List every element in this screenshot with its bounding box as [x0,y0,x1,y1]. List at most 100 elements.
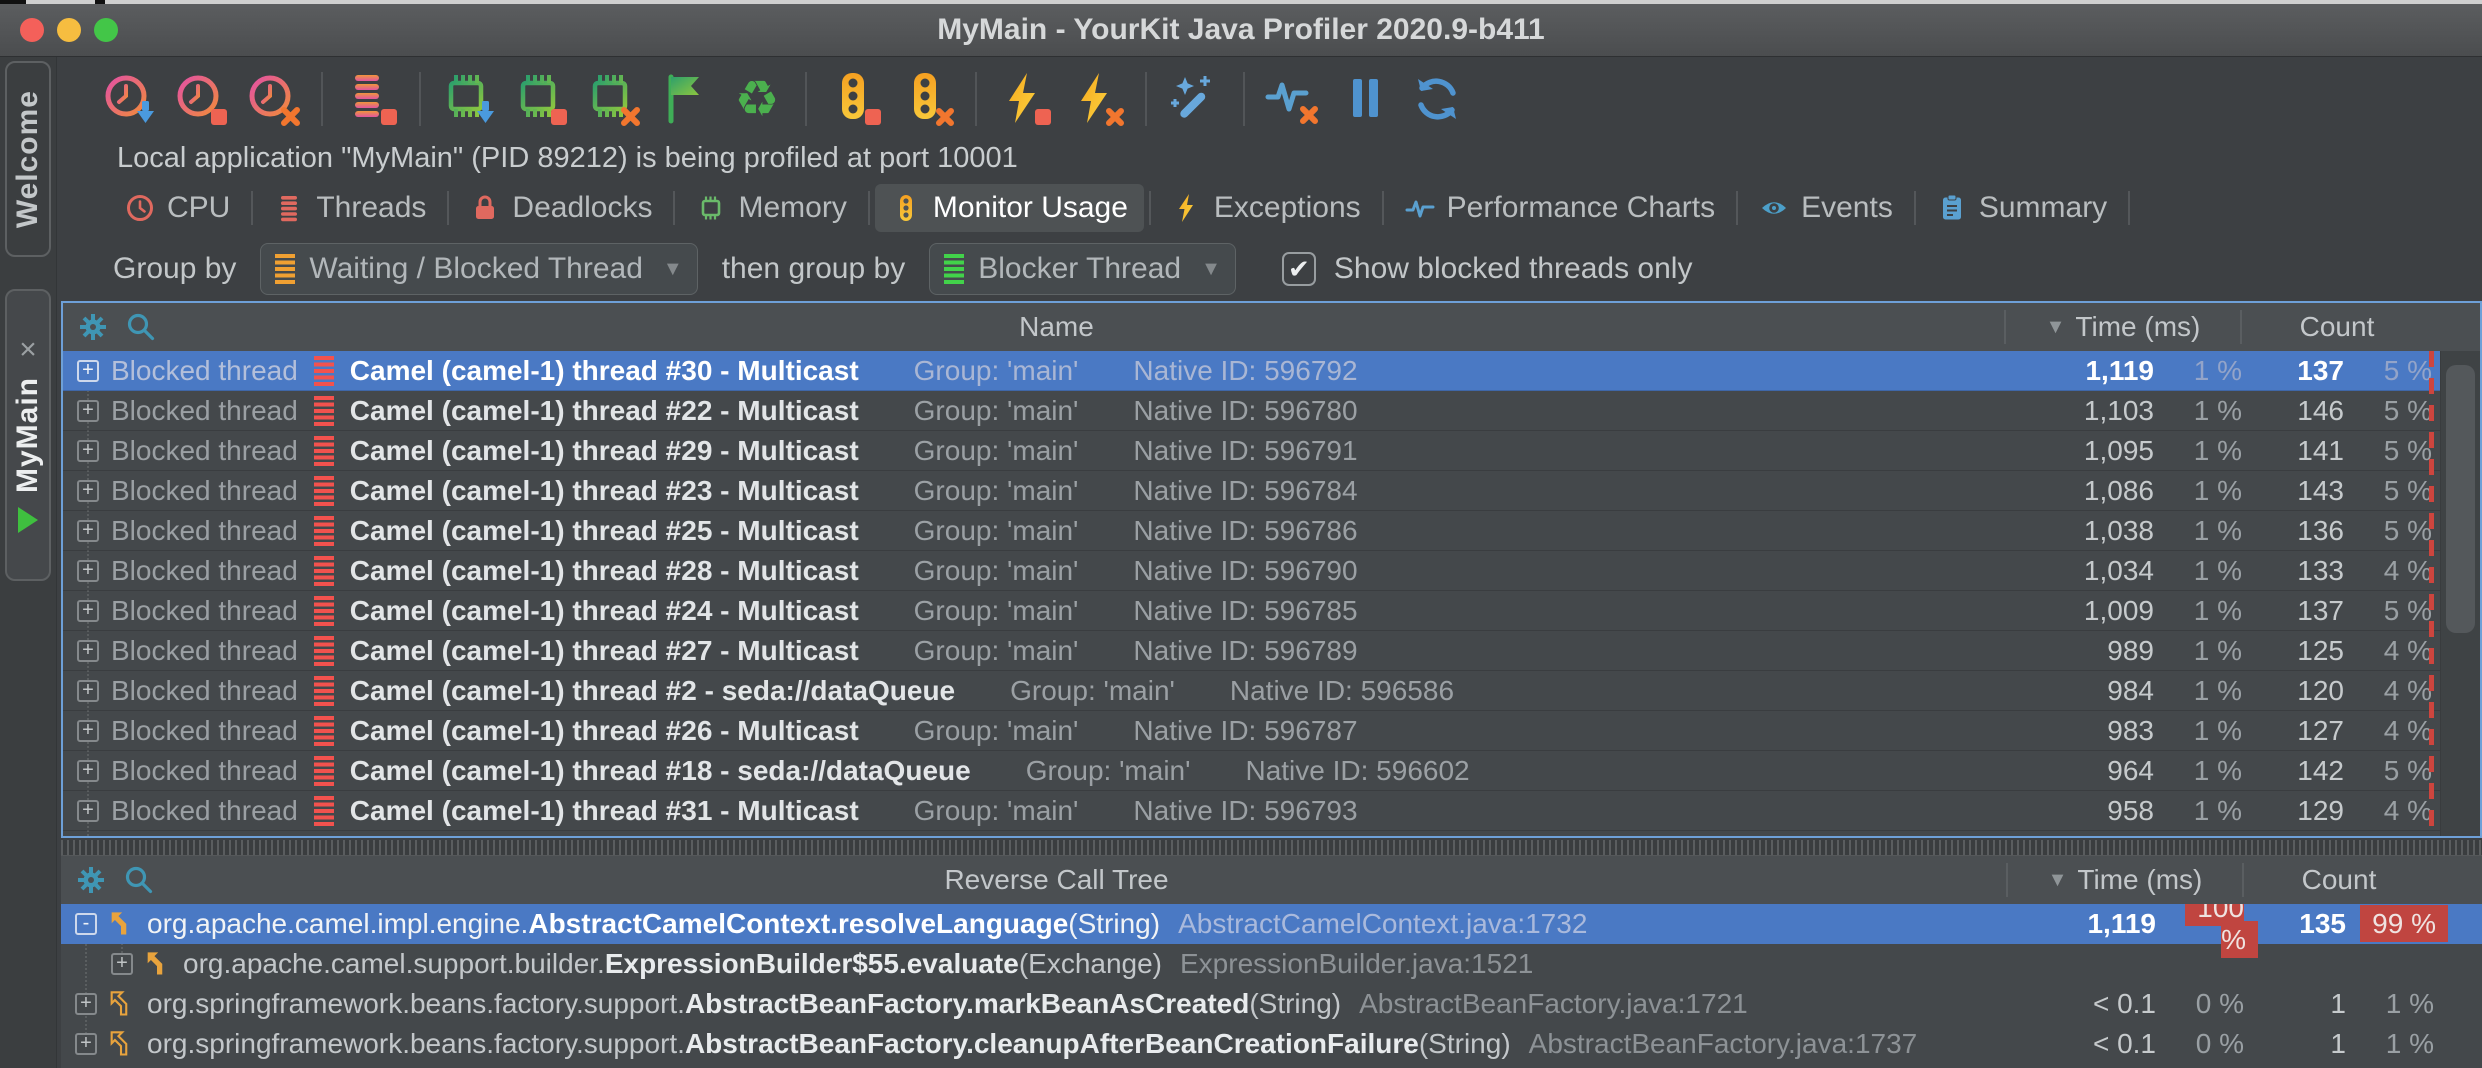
sidebar-tab-welcome[interactable]: Welcome [5,61,51,257]
count-percent: 4 % [2344,795,2432,827]
tab-events[interactable]: Events [1743,184,1909,232]
call-tree-row[interactable]: +org.springframework.beans.factory.suppo… [61,984,2482,1024]
exception-profiling-stop-icon[interactable] [997,71,1053,127]
close-window-button[interactable] [20,18,44,42]
row-values: 1,0381 %1365 % [2004,511,2432,550]
expand-icon[interactable]: + [77,800,99,822]
refresh-icon[interactable] [1409,71,1465,127]
inspections-wand-icon[interactable] [1167,71,1223,127]
zoom-window-button[interactable] [94,18,118,42]
tab-monitor-usage[interactable]: Monitor Usage [875,184,1144,232]
panel-splitter[interactable] [61,840,2482,855]
call-tree-row[interactable]: -org.apache.camel.impl.engine.AbstractCa… [61,904,2482,944]
hot-count-percent: 99 % [2360,905,2448,942]
tab-threads[interactable]: Threads [258,184,442,232]
row-values: 1,119100 %13599 % [2006,904,2434,944]
thread-row[interactable]: +Blocked threadCamel (camel-1) thread #2… [63,631,2480,671]
gear-icon[interactable] [77,311,109,343]
then-group-by-dropdown[interactable]: Blocker Thread ▼ [929,243,1236,295]
thread-row[interactable]: +Blocked threadCamel (camel-1) thread #1… [63,751,2480,791]
thread-row[interactable]: +Blocked threadCamel (camel-1) thread #2… [63,671,2480,711]
force-gc-icon[interactable]: ♻ [729,71,785,127]
gear-icon[interactable] [75,864,107,896]
thread-row[interactable]: +Blocked threadCamel (camel-1) thread #2… [63,511,2480,551]
expand-icon[interactable]: + [77,600,99,622]
sidebar-tab-mymain[interactable]: × MyMain [5,289,51,581]
thread-group: Group: 'main' [914,795,1079,827]
tab-performance-charts[interactable]: Performance Charts [1389,184,1731,232]
pause-icon[interactable] [1337,71,1393,127]
call-tree-row[interactable]: +org.springframework.beans.factory.suppo… [61,1024,2482,1064]
expand-icon[interactable]: - [75,913,97,935]
expand-icon[interactable]: + [77,640,99,662]
count-column-header[interactable]: Count [2242,310,2432,344]
callback-arrow-solid-icon [107,910,135,938]
thread-row[interactable]: +Blocked threadCamel (camel-1) thread #2… [63,551,2480,591]
memory-profiling-stop-icon[interactable] [513,71,569,127]
time-value: 1,103 [2004,395,2154,427]
titlebar: MyMain - YourKit Java Profiler 2020.9-b4… [0,4,2482,57]
telemetry-clear-icon[interactable] [1265,71,1321,127]
time-column-header[interactable]: ▼Time (ms) [2004,310,2242,344]
expand-icon[interactable]: + [77,360,99,382]
thread-name: Camel (camel-1) thread #29 - Multicast [350,435,859,467]
close-icon[interactable]: × [19,337,37,363]
call-tree-row[interactable]: +org.apache.camel.support.builder.Expres… [61,944,2482,984]
row-values: < 0.10 %11 % [2006,984,2434,1024]
count-percent: 4 % [2344,675,2432,707]
minimize-window-button[interactable] [57,18,81,42]
name-column-header[interactable]: Name [63,311,2050,343]
search-icon[interactable] [125,311,157,343]
time-column-header[interactable]: ▼Time (ms) [2006,863,2244,897]
monitor-profiling-clear-icon[interactable] [899,71,955,127]
expand-icon[interactable]: + [77,400,99,422]
thread-row[interactable]: +Blocked threadCamel (camel-1) thread #2… [63,591,2480,631]
cpu-profiling-stop-icon[interactable] [173,71,229,127]
expand-icon[interactable]: + [77,560,99,582]
scrollbar-thumb[interactable] [2446,365,2475,633]
tab-exceptions[interactable]: Exceptions [1156,184,1377,232]
expand-icon[interactable]: + [77,520,99,542]
memory-profiling-start-icon[interactable] [441,71,497,127]
count-column-header[interactable]: Count [2244,863,2434,897]
tab-summary[interactable]: Summary [1921,184,2123,232]
cpu-profiling-clear-icon[interactable] [245,71,301,127]
stop-thread-telemetry-icon[interactable] [343,71,399,127]
show-blocked-checkbox[interactable]: ✔ [1282,252,1316,286]
tab-cpu[interactable]: CPU [109,184,246,232]
exception-profiling-clear-icon[interactable] [1069,71,1125,127]
thread-row[interactable]: +Blocked threadCamel (camel-1) thread #2… [63,711,2480,751]
tab-deadlocks[interactable]: Deadlocks [454,184,668,232]
expand-icon[interactable]: + [111,953,133,975]
call-tree-column-header[interactable]: Reverse Call Tree [61,864,2052,896]
thread-row[interactable]: +Blocked threadCamel (camel-1) thread #3… [63,791,2480,831]
flag-icon[interactable] [657,71,713,127]
thread-state-label: Blocked thread [111,755,298,787]
group-by-dropdown[interactable]: Waiting / Blocked Thread ▼ [260,243,697,295]
thread-row[interactable]: +Blocked threadCamel (camel-1) thread #2… [63,471,2480,511]
thread-row[interactable]: +Blocked threadCamel (camel-1) thread #3… [63,351,2480,391]
method-name: ExpressionBuilder$55.evaluate [605,948,1019,980]
thread-row[interactable]: + Blocked thread Camel (camel-1) thread #2… [63,431,2480,471]
expand-icon[interactable]: + [77,440,99,462]
memory-profiling-clear-icon[interactable] [585,71,641,127]
expand-icon[interactable]: + [77,680,99,702]
vertical-scrollbar[interactable] [2440,351,2480,836]
time-value: 1,086 [2004,475,2154,507]
threshold-line [2429,351,2434,836]
expand-icon[interactable]: + [77,720,99,742]
count-value: 136 [2242,515,2344,547]
tab-memory[interactable]: Memory [680,184,862,232]
expand-icon[interactable]: + [77,760,99,782]
blocked-thread-icon [314,556,334,586]
monitor-profiling-stop-icon[interactable] [827,71,883,127]
thread-state-label: Blocked thread [111,435,298,467]
cpu-profiling-start-icon[interactable] [101,71,157,127]
expand-icon[interactable]: + [77,480,99,502]
expand-icon[interactable]: + [75,993,97,1015]
search-icon[interactable] [123,864,155,896]
blocked-thread-icon [314,676,334,706]
expand-icon[interactable]: + [75,1033,97,1055]
thread-row[interactable]: +Blocked threadCamel (camel-1) thread #2… [63,391,2480,431]
callback-arrow-outline-icon [107,990,135,1018]
